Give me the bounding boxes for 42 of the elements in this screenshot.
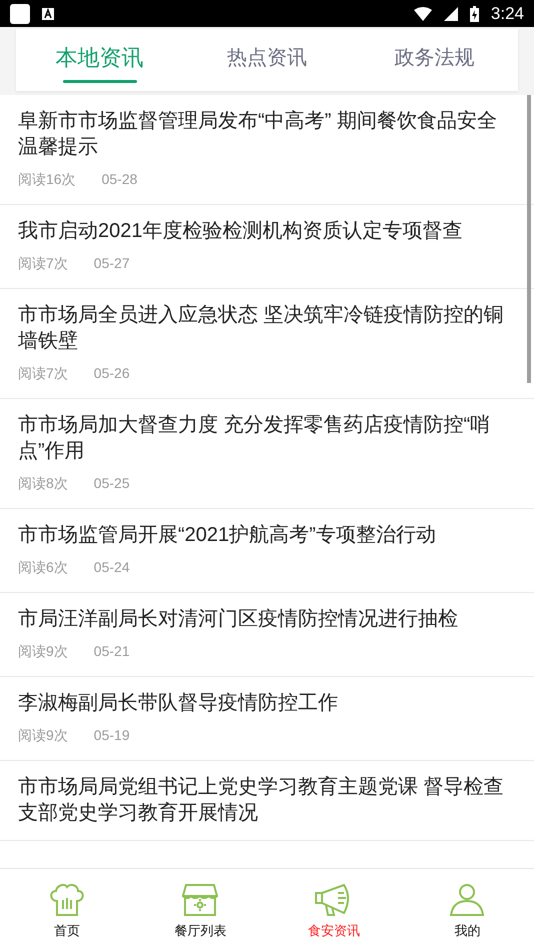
tab[interactable]: 热点资讯 [183,29,351,91]
news-title: 我市启动2021年度检验检测机构资质认定专项督查 [18,219,464,244]
news-item[interactable]: 市市场局局党组书记上党史学习教育主题党课 督导检查支部党史学习教育开展情况 [0,761,534,841]
battery-icon [470,6,479,22]
news-title: 李淑梅副局长带队督导疫情防控工作 [18,691,339,716]
publish-date: 05-28 [102,170,138,189]
news-item[interactable]: 市局汪洋副局长对清河门区疫情防控情况进行抽检 阅读9次 05-21 [0,593,534,677]
status-time: 3:24 [490,2,524,25]
news-title: 市市场局全员进入应急状态 坚决筑牢冷链疫情防控的铜墙铁壁 [18,303,505,354]
read-count: 阅读8次 [18,474,68,493]
nav-tab[interactable]: 餐厅列表 [134,869,267,950]
publish-date: 05-27 [94,254,130,273]
tab[interactable]: 政务法规 [350,29,518,91]
shop-icon [182,883,218,917]
read-count: 阅读16次 [18,170,76,189]
news-title: 市局汪洋副局长对清河门区疫情防控情况进行抽检 [18,607,459,632]
news-title: 阜新市市场监督管理局发布“中高考” 期间餐饮食品安全温馨提示 [18,109,498,160]
news-title: 市市场局局党组书记上党史学习教育主题党课 督导检查支部党史学习教育开展情况 [18,775,505,826]
publish-date: 05-21 [94,642,130,661]
news-item[interactable]: 李淑梅副局长带队督导疫情防控工作 阅读9次 05-19 [0,677,534,761]
news-item[interactable]: 市市场监管局开展“2021护航高考”专项整治行动 阅读6次 05-24 [0,509,534,593]
user-icon [448,883,486,917]
read-count: 阅读7次 [18,364,68,383]
nav-tab[interactable]: 首页 [0,869,134,950]
wifi-icon [414,6,432,20]
publish-date: 05-24 [94,558,130,577]
app-notification-icon [10,4,30,24]
publish-date: 05-25 [94,474,130,493]
read-count: 阅读9次 [18,726,68,745]
news-item[interactable]: 市市场局加大督查力度 充分发挥零售药店疫情防控“哨点”作用 阅读8次 05-25 [0,399,534,509]
read-count: 阅读9次 [18,642,68,661]
read-count: 阅读6次 [18,558,68,577]
notification-icon [42,8,54,20]
publish-date: 05-19 [94,726,130,745]
chef-hat-icon [48,883,86,917]
news-title: 市市场局加大督查力度 充分发挥零售药店疫情防控“哨点”作用 [18,413,492,464]
nav-tab[interactable]: 我的 [400,869,534,950]
read-count: 阅读7次 [18,254,68,273]
news-title: 市市场监管局开展“2021护航高考”专项整治行动 [18,523,437,548]
signal-icon [444,6,458,20]
nav-tab[interactable]: 食安资讯 [267,869,400,950]
publish-date: 05-26 [94,364,130,383]
